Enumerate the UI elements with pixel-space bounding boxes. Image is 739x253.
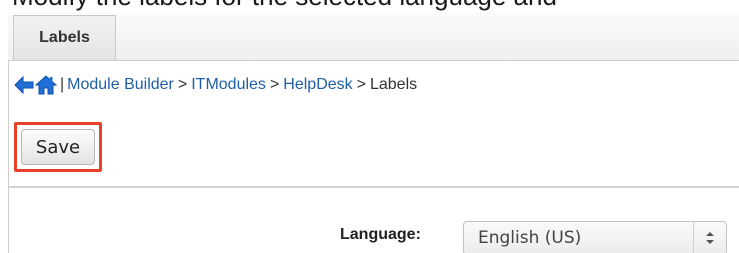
cut-off-heading: Modify the labels for the selected langu… [12, 0, 557, 12]
breadcrumb-separator: > [269, 76, 280, 93]
tab-label: Labels [39, 29, 90, 46]
divider [9, 186, 739, 188]
language-label: Language: [340, 226, 421, 243]
breadcrumb-current: Labels [369, 76, 418, 93]
breadcrumb: | Module Builder > ITModules > HelpDesk … [13, 73, 417, 97]
language-select[interactable]: English (US) [463, 221, 727, 253]
back-arrow-icon[interactable] [13, 74, 35, 96]
save-button[interactable]: Save [21, 129, 95, 165]
tab-labels[interactable]: Labels [13, 15, 116, 60]
breadcrumb-separator: > [177, 76, 188, 93]
home-icon[interactable] [35, 74, 57, 96]
breadcrumb-separator: > [356, 76, 366, 93]
tab-strip [8, 13, 739, 61]
language-selected-value: English (US) [478, 228, 582, 248]
page: Modify the labels for the selected langu… [0, 0, 739, 253]
save-highlight: Save [14, 122, 102, 172]
select-arrows-icon [693, 222, 726, 253]
breadcrumb-helpdesk[interactable]: HelpDesk [283, 76, 352, 94]
breadcrumb-itmodules[interactable]: ITModules [191, 76, 266, 94]
breadcrumb-module-builder[interactable]: Module Builder [67, 76, 174, 94]
breadcrumb-bar: | [60, 76, 65, 93]
